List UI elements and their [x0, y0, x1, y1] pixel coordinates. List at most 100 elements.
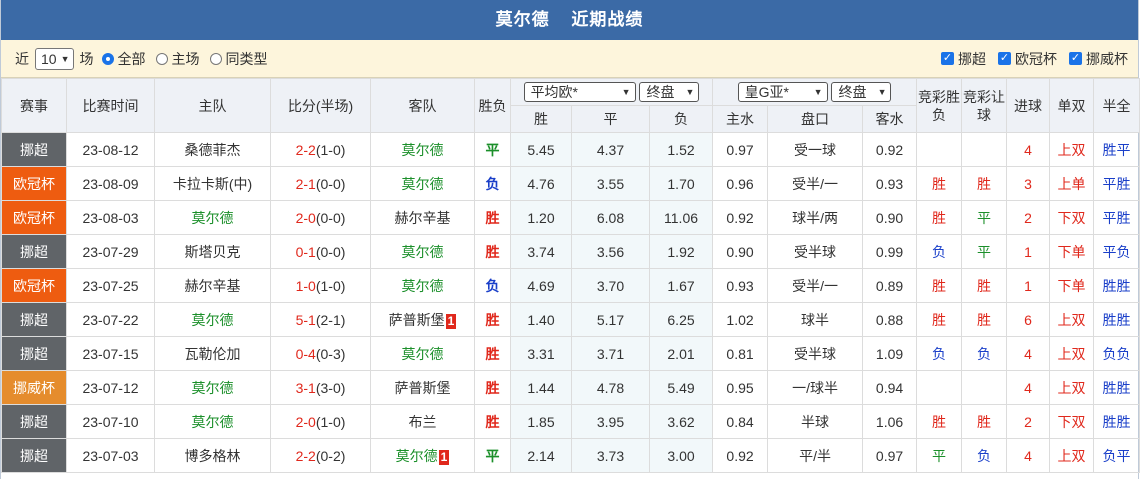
euro-company-select[interactable]: 平均欧* ▼ — [523, 82, 636, 102]
header-euro-win: 胜 — [510, 105, 572, 133]
asia-line: 平/半 — [767, 438, 864, 473]
euro-win-odds-text: 1.20 — [527, 209, 555, 226]
euro-win-odds-text: 3.31 — [527, 345, 555, 362]
away-team[interactable]: 莫尔德 — [370, 132, 475, 167]
table-row[interactable]: 挪超 23-07-22 莫尔德 5-1(2-1) 萨普斯堡 1 胜 1.40 5.17 6.25 1… — [1, 302, 1140, 337]
table-row[interactable]: 欧冠杯 23-08-03 莫尔德 2-0(0-0) 赫尔辛基 胜 1.20 6.08 11.06… — [1, 200, 1140, 235]
odd-even-text: 上双 — [1057, 345, 1086, 362]
lottery-wdl-text: 负 — [932, 243, 947, 260]
chevron-down-icon: ▼ — [621, 87, 631, 97]
radio-home[interactable] — [155, 52, 168, 65]
table-row[interactable]: 挪超 23-07-03 博多格林 2-2(0-2) 莫尔德 1 平 2.14 3.73 3.00 0… — [1, 438, 1140, 473]
away-team[interactable]: 莫尔德 — [370, 268, 475, 303]
table-row[interactable]: 挪超 23-08-12 桑德菲杰 2-2(1-0) 莫尔德 平 5.45 4.37 1.52 0.… — [1, 132, 1140, 167]
home-team[interactable]: 莫尔德 — [154, 404, 271, 439]
away-team[interactable]: 莫尔德 — [370, 166, 475, 201]
lottery-hcp-text: 胜 — [977, 175, 992, 192]
table-row[interactable]: 欧冠杯 23-08-09 卡拉卡斯(中) 2-1(0-0) 莫尔德 负 4.76 3.55 1.… — [1, 166, 1140, 201]
league-badge: 挪超 — [1, 234, 67, 269]
euro-win-odds: 1.20 — [510, 200, 572, 235]
table-row[interactable]: 欧冠杯 23-07-25 赫尔辛基 1-0(1-0) 莫尔德 负 4.69 3.70 1.67 0… — [1, 268, 1140, 303]
euro-win-odds-text: 3.74 — [527, 243, 555, 260]
match-count-select[interactable]: 10 ▼ — [35, 47, 74, 70]
home-team[interactable]: 博多格林 — [154, 438, 271, 473]
home-team[interactable]: 卡拉卡斯(中) — [154, 166, 271, 201]
match-date: 23-07-15 — [66, 336, 155, 371]
away-team[interactable]: 赫尔辛基 — [370, 200, 475, 235]
table-row[interactable]: 挪超 23-07-10 莫尔德 2-0(1-0) 布兰 胜 1.85 3.95 3.62 0.84… — [1, 404, 1140, 439]
odd-even-text: 上双 — [1057, 447, 1086, 464]
away-team[interactable]: 莫尔德 — [370, 336, 475, 371]
asia-company-select[interactable]: 皇G亚* ▼ — [737, 82, 828, 102]
asia-away-water: 0.90 — [862, 200, 918, 235]
euro-loss-odds: 1.92 — [648, 234, 714, 269]
asia-away-water: 0.94 — [862, 370, 918, 405]
match-result-text: 平 — [485, 447, 500, 464]
asia-line-text: 半球 — [801, 413, 830, 430]
euro-draw-odds-text: 3.95 — [596, 413, 625, 430]
table-row[interactable]: 挪威杯 23-07-12 莫尔德 3-1(3-0) 萨普斯堡 胜 1.44 4.78 5.49 0… — [1, 370, 1140, 405]
league-badge-text: 欧冠杯 — [13, 175, 55, 192]
odd-even: 下双 — [1049, 200, 1095, 235]
total-goals: 2 — [1006, 200, 1051, 235]
league-badge: 挪威杯 — [1, 370, 67, 405]
odd-even: 上双 — [1049, 438, 1095, 473]
home-team[interactable]: 赫尔辛基 — [154, 268, 271, 303]
euro-draw-odds: 3.95 — [571, 404, 650, 439]
home-team[interactable]: 莫尔德 — [154, 302, 271, 337]
asia-home-water-text: 1.02 — [726, 311, 754, 328]
euro-win-odds-text: 5.45 — [527, 141, 555, 158]
league-badge-text: 挪威杯 — [13, 379, 55, 396]
lottery-wdl: 胜 — [916, 200, 963, 235]
euro-type-select[interactable]: 终盘 ▼ — [639, 82, 700, 102]
half-full-text: 负平 — [1102, 447, 1131, 464]
record-rows: 挪超 23-08-12 桑德菲杰 2-2(1-0) 莫尔德平 5.45 4.37 1.52 0.… — [1, 132, 1140, 473]
radio-same-type[interactable] — [209, 52, 222, 65]
home-team[interactable]: 莫尔德 — [154, 200, 271, 235]
home-team[interactable]: 桑德菲杰 — [154, 132, 271, 167]
euro-win-odds-text: 4.69 — [527, 277, 555, 294]
asia-away-water-text: 0.93 — [875, 175, 904, 192]
euro-loss-odds-text: 3.00 — [667, 447, 695, 464]
away-team[interactable]: 萨普斯堡 1 — [370, 302, 475, 337]
header-euro-draw: 平 — [571, 105, 650, 133]
euro-win-odds-text: 1.85 — [527, 413, 555, 430]
asia-type-select[interactable]: 终盘 ▼ — [831, 82, 892, 102]
away-team[interactable]: 莫尔德 — [370, 234, 475, 269]
away-team[interactable]: 布兰 — [370, 404, 475, 439]
away-team[interactable]: 萨普斯堡 — [370, 370, 475, 405]
checkbox-league-2[interactable]: ✓ — [998, 52, 1011, 65]
asia-home-water: 0.95 — [712, 370, 769, 405]
euro-draw-odds-text: 4.37 — [596, 141, 625, 158]
league-badge-text: 欧冠杯 — [13, 277, 55, 294]
match-date-text: 23-07-15 — [82, 345, 139, 362]
euro-loss-odds-text: 1.52 — [667, 141, 695, 158]
home-team[interactable]: 瓦勒伦加 — [154, 336, 271, 371]
home-team[interactable]: 莫尔德 — [154, 370, 271, 405]
red-card-badge: 1 — [445, 313, 457, 329]
home-team-text: 赫尔辛基 — [184, 277, 241, 294]
lottery-hcp — [961, 370, 1008, 405]
league-badge: 欧冠杯 — [1, 268, 67, 303]
match-result-text: 胜 — [485, 413, 500, 430]
total-goals-text: 4 — [1024, 447, 1032, 464]
odd-even: 下双 — [1049, 404, 1095, 439]
radio-all[interactable] — [101, 52, 114, 65]
home-team[interactable]: 斯塔贝克 — [154, 234, 271, 269]
radio-all-label: 全部 — [117, 50, 146, 67]
panel-title: 莫尔德 近期战绩 — [1, 0, 1138, 40]
header-asia-away-water: 客水 — [862, 105, 918, 133]
league-filter-label: 挪威杯 — [1086, 50, 1128, 67]
asia-line-text: 受半球 — [794, 243, 837, 260]
table-row[interactable]: 挪超 23-07-29 斯塔贝克 0-1(0-0) 莫尔德 胜 3.74 3.56 1.92 0.… — [1, 234, 1140, 269]
table-row[interactable]: 挪超 23-07-15 瓦勒伦加 0-4(0-3) 莫尔德 胜 3.31 3.71 2.01 0.… — [1, 336, 1140, 371]
checkbox-league-3[interactable]: ✓ — [1069, 52, 1082, 65]
asia-home-water-text: 0.81 — [726, 345, 754, 362]
score: 0-1(0-0) — [270, 234, 371, 269]
euro-loss-odds-text: 11.06 — [664, 209, 699, 226]
half-time-score: (0-0) — [315, 243, 346, 260]
lottery-wdl: 胜 — [916, 268, 963, 303]
euro-draw-odds: 6.08 — [571, 200, 650, 235]
checkbox-league-1[interactable]: ✓ — [941, 52, 954, 65]
away-team[interactable]: 莫尔德 1 — [370, 438, 475, 473]
